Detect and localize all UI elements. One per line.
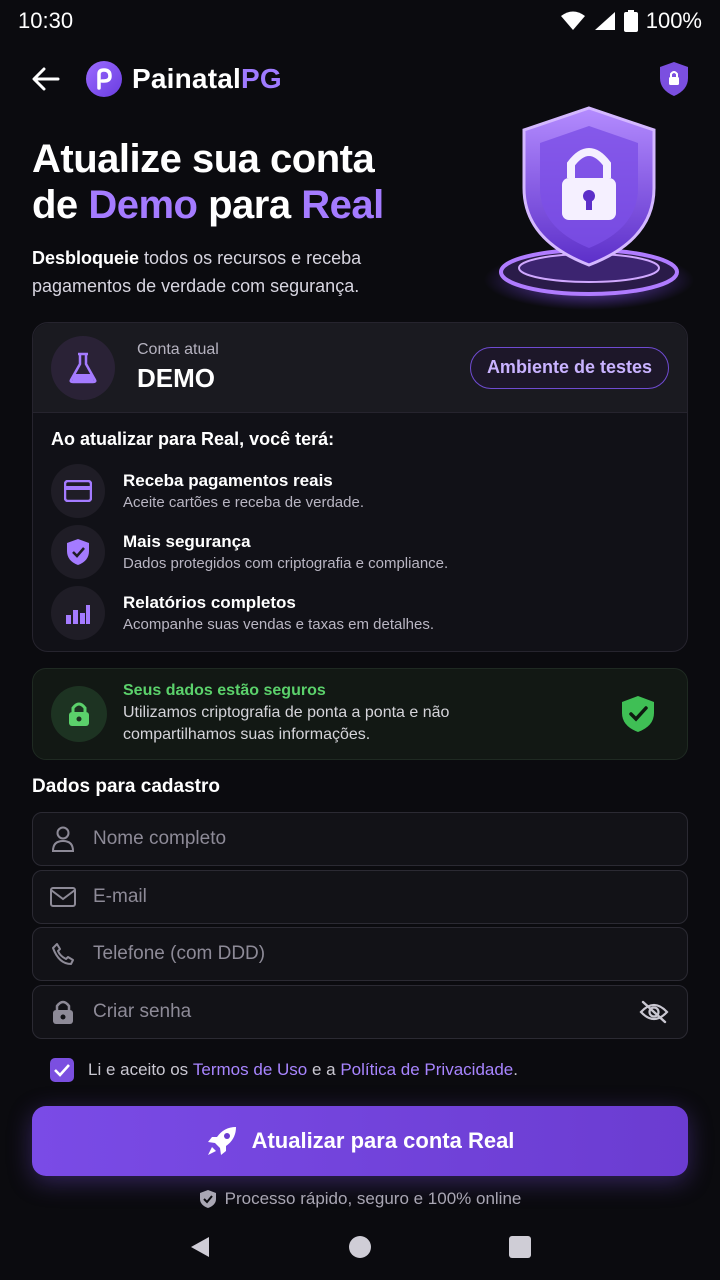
terms-checkbox[interactable] [50, 1058, 74, 1082]
title-de: de [32, 183, 78, 227]
check-icon [54, 1064, 70, 1077]
nav-recents-button[interactable] [500, 1227, 540, 1267]
status-bar: 10:30 100% [0, 0, 720, 42]
account-info: Conta atual DEMO [137, 341, 219, 394]
terms-prefix: Li e aceito os [88, 1060, 193, 1079]
account-label: Conta atual [137, 341, 219, 358]
nav-home-button[interactable] [340, 1227, 380, 1267]
toggle-password-visibility-button[interactable] [637, 995, 671, 1029]
benefit-desc: Dados protegidos com criptografia e comp… [123, 555, 449, 572]
arrow-left-icon [32, 67, 60, 91]
security-notice: Seus dados estão seguros Utilizamos crip… [32, 668, 688, 760]
rocket-icon [207, 1127, 236, 1155]
page-subtitle: Desbloqueie todos os recursos e receba p… [32, 244, 432, 300]
page-title: Atualize sua conta de Demo para Real [32, 136, 452, 228]
benefit-desc: Acompanhe suas vendas e taxas em detalhe… [123, 616, 435, 633]
triangle-back-icon [191, 1237, 209, 1257]
app-bar: PainatalPG [28, 56, 692, 102]
signal-icon [594, 12, 615, 30]
benefit-item: Mais segurança Dados protegidos com crip… [51, 525, 669, 579]
card-icon [51, 464, 105, 518]
back-button[interactable] [28, 61, 64, 97]
privacy-policy-link[interactable]: Política de Privacidade [340, 1060, 513, 1080]
benefits-section: Ao atualizar para Real, você terá: Receb… [33, 413, 687, 663]
shield-check-icon [199, 1190, 216, 1208]
subtitle-bold: Desbloqueie [32, 248, 140, 268]
chart-icon [51, 586, 105, 640]
flask-icon [51, 335, 115, 400]
nav-back-button[interactable] [180, 1227, 220, 1267]
battery-percent: 100% [645, 8, 702, 33]
account-card: Conta atual DEMO Ambiente de testes Ao a… [32, 322, 688, 652]
security-title: Seus dados estão seguros [123, 682, 326, 699]
user-icon [49, 825, 77, 853]
brand-logo: PainatalPG [86, 61, 282, 97]
status-indicators: 100% [560, 8, 702, 34]
terms-middle: e a [307, 1060, 341, 1079]
name-field[interactable] [32, 812, 688, 866]
security-shield-button[interactable] [656, 61, 692, 97]
current-account-row: Conta atual DEMO Ambiente de testes [33, 323, 687, 413]
benefit-item: Receba pagamentos reais Aceite cartões e… [51, 464, 669, 518]
benefit-item: Relatórios completos Acompanhe suas vend… [51, 586, 669, 640]
email-input[interactable] [93, 886, 671, 908]
lock-icon [49, 998, 77, 1026]
shield-illustration-icon [484, 106, 694, 310]
password-input[interactable] [93, 1001, 637, 1023]
benefit-title: Receba pagamentos reais [123, 471, 333, 490]
environment-badge: Ambiente de testes [469, 346, 669, 389]
process-note: Processo rápido, seguro e 100% online [0, 1186, 720, 1212]
security-desc: Utilizamos criptografia de ponta a ponta… [123, 704, 450, 743]
phone-icon [49, 940, 77, 968]
name-input[interactable] [93, 828, 671, 850]
status-time: 10:30 [18, 8, 74, 33]
upgrade-button[interactable]: Atualizar para conta Real [32, 1106, 688, 1176]
email-field[interactable] [32, 870, 688, 924]
phone-field[interactable] [32, 927, 688, 981]
password-field[interactable] [32, 985, 688, 1039]
terms-suffix: . [513, 1060, 518, 1079]
phone-input[interactable] [93, 943, 671, 965]
battery-icon [623, 10, 638, 32]
form-title: Dados para cadastro [32, 776, 220, 797]
account-type: DEMO [137, 363, 215, 393]
shield-check-icon [51, 525, 105, 579]
square-recents-icon [509, 1236, 531, 1258]
mail-icon [49, 883, 77, 911]
benefit-title: Mais segurança [123, 532, 251, 551]
process-note-text: Processo rápido, seguro e 100% online [224, 1189, 522, 1208]
shield-check-icon [622, 696, 654, 732]
title-para: para [208, 183, 291, 227]
benefit-title: Relatórios completos [123, 593, 296, 612]
upgrade-button-label: Atualizar para conta Real [251, 1128, 515, 1153]
title-real: Real [301, 183, 384, 227]
system-nav-bar [0, 1222, 720, 1272]
eye-off-icon [639, 1000, 669, 1024]
circle-home-icon [349, 1236, 371, 1258]
benefits-title: Ao atualizar para Real, você terá: [51, 429, 335, 449]
title-demo: Demo [88, 183, 198, 227]
terms-row: Li e aceito os Termos de Uso e a Polític… [50, 1056, 518, 1084]
title-line-1: Atualize sua conta [32, 137, 375, 181]
title-line-2: de Demo para Real [32, 182, 452, 228]
brand-name-accent: PG [240, 63, 282, 94]
brand-name: PainatalPG [132, 63, 282, 95]
brand-name-main: Painatal [132, 63, 241, 94]
benefit-desc: Aceite cartões e receba de verdade. [123, 494, 364, 511]
brand-mark-icon [86, 61, 122, 97]
lock-icon [51, 686, 107, 742]
terms-of-use-link[interactable]: Termos de Uso [193, 1060, 307, 1080]
shield-lock-icon [660, 62, 688, 96]
wifi-icon [560, 11, 585, 30]
